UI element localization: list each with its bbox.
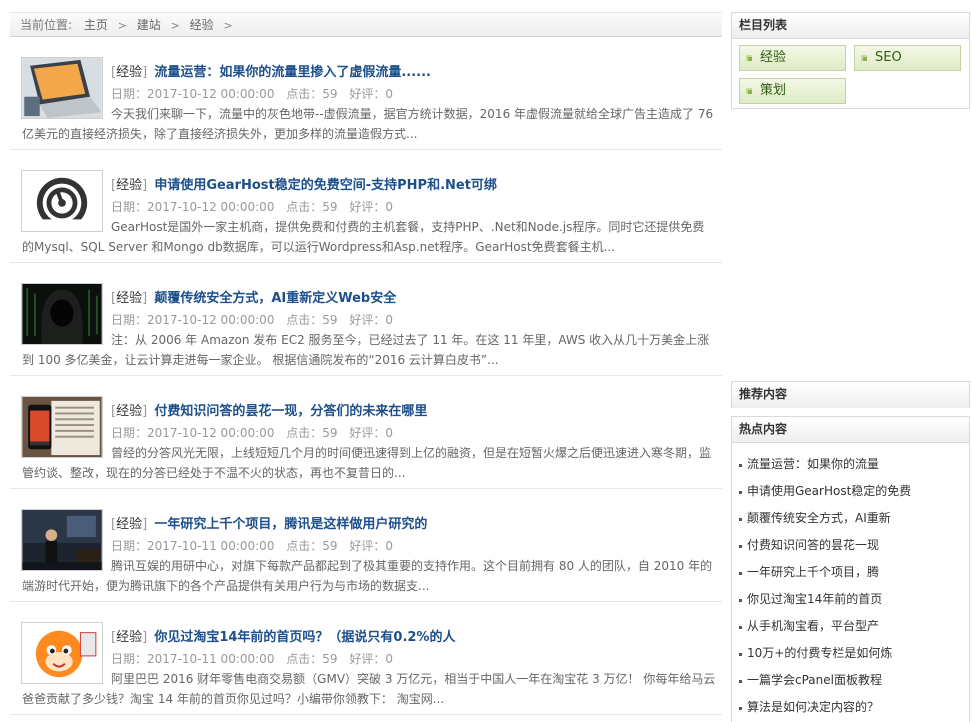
post-comments: 好评：0 [349,539,394,553]
post-clicks: 点击：59 [286,313,338,327]
post-title-link[interactable]: 颠覆传统安全方式，AI重新定义Web安全 [154,291,396,306]
post-excerpt: 注：从 2006 年 Amazon 发布 EC2 服务至今，已经过去了 11 年… [22,333,710,367]
post-category-link[interactable]: [经验] [111,65,147,80]
bullet-icon [739,707,742,710]
hot-item-link[interactable]: 10万+的付费专栏是如何炼 [732,640,969,667]
bullet-icon [861,55,867,61]
post-category-link[interactable]: [经验] [111,291,147,306]
post-category-link[interactable]: [经验] [111,630,147,645]
main-column: 当前位置: 主页 > 建站 > 经验 > [经验] 流量运营：如果你的流量里掺入… [10,12,722,722]
category-list-box: 栏目列表 经验 SEO 策划 [731,12,970,109]
breadcrumb: 当前位置: 主页 > 建站 > 经验 > [10,12,722,37]
post-title-link[interactable]: 你见过淘宝14年前的首页吗？（据说只有0.2%的人 [154,630,455,645]
post-item: [经验] 付费知识问答的昙花一现，分答们的未来在哪里 日期：2017-10-12… [10,376,722,489]
post-excerpt: 腾讯互娱的用研中心，对旗下每款产品都起到了极其重要的支持作用。这个目前拥有 80… [22,559,713,593]
bullet-icon [739,653,742,656]
bullet-icon [739,572,742,575]
bullet-icon [746,55,752,61]
category-list-title: 栏目列表 [732,13,969,39]
bullet-icon [739,545,742,548]
hot-item-link[interactable]: 一篇学会cPanel面板教程 [732,667,969,694]
post-excerpt: 阿里巴巴 2016 财年零售电商交易额（GMV）突破 3 万亿元，相当于中国人一… [22,672,716,706]
laptop-icon[interactable] [21,57,103,119]
hot-item-link[interactable]: 一年研究上千个项目，腾 [732,559,969,586]
breadcrumb-separator: > [223,19,233,32]
hot-item-link[interactable]: 付费知识问答的昙花一现 [732,532,969,559]
post-comments: 好评：0 [349,87,394,101]
hooded-hacker-icon[interactable] [21,283,103,345]
post-meta: 日期：2017-10-12 00:00:00 点击：59 好评：0 [111,198,401,215]
post-clicks: 点击：59 [286,87,338,101]
post-date: 日期：2017-10-12 00:00:00 [111,313,275,327]
post-comments: 好评：0 [349,200,394,214]
bullet-icon [746,88,752,94]
post-item: [经验] 一年研究上千个项目，腾讯是这样做用户研究的 日期：2017-10-11… [10,489,722,602]
post-category-link[interactable]: [经验] [111,404,147,419]
hot-item-link[interactable]: 从手机淘宝看，平台型产 [732,613,969,640]
post-item: [经验] 申请使用GearHost稳定的免费空间-支持PHP和.Net可绑 日期… [10,150,722,263]
hot-item-link[interactable]: 流量运营：如果你的流量 [732,451,969,478]
taobao-mascot-icon[interactable] [21,622,103,684]
post-date: 日期：2017-10-11 00:00:00 [111,539,275,553]
bullet-icon [739,464,742,467]
post-category-link[interactable]: [经验] [111,517,147,532]
post-clicks: 点击：59 [286,539,338,553]
bullet-icon [739,599,742,602]
category-button-planning[interactable]: 策划 [739,78,846,104]
post-title-link[interactable]: 一年研究上千个项目，腾讯是这样做用户研究的 [154,517,427,532]
post-clicks: 点击：59 [286,200,338,214]
breadcrumb-label: 当前位置: [20,18,73,32]
post-excerpt: 曾经的分答风光无限，上线短短几个月的时间便迅速得到上亿的融资，但是在短暂火爆之后… [22,446,712,480]
post-comments: 好评：0 [349,313,394,327]
recommended-title: 推荐内容 [732,382,969,408]
post-item: [经验] 你见过淘宝14年前的首页吗？（据说只有0.2%的人 日期：2017-1… [10,602,722,715]
hot-item-link[interactable]: 你见过淘宝14年前的首页 [732,586,969,613]
category-button-experience[interactable]: 经验 [739,45,846,71]
hot-item-link[interactable]: 颠覆传统安全方式，AI重新 [732,505,969,532]
breadcrumb-separator: > [117,19,127,32]
bullet-icon [739,626,742,629]
hot-content-box: 热点内容 流量运营：如果你的流量 申请使用GearHost稳定的免费 颠覆传统安… [731,416,970,722]
hot-item-link[interactable]: 申请使用GearHost稳定的免费 [732,478,969,505]
post-date: 日期：2017-10-12 00:00:00 [111,200,275,214]
post-meta: 日期：2017-10-12 00:00:00 点击：59 好评：0 [111,424,401,441]
breadcrumb-link-home[interactable]: 主页 [84,18,108,32]
breadcrumb-link-build[interactable]: 建站 [137,18,161,32]
post-title-link[interactable]: 付费知识问答的昙花一现，分答们的未来在哪里 [154,404,427,419]
recommended-box: 推荐内容 [731,381,970,408]
post-excerpt: GearHost是国外一家主机商，提供免费和付费的主机套餐，支持PHP、.Net… [22,220,705,254]
post-meta: 日期：2017-10-11 00:00:00 点击：59 好评：0 [111,537,401,554]
phone-magazine-icon[interactable] [21,396,103,458]
post-date: 日期：2017-10-12 00:00:00 [111,426,275,440]
category-button-seo[interactable]: SEO [854,45,961,71]
post-date: 日期：2017-10-11 00:00:00 [111,652,275,666]
breadcrumb-link-experience[interactable]: 经验 [190,18,214,32]
post-category-link[interactable]: [经验] [111,178,147,193]
bullet-icon [739,518,742,521]
hot-content-list: 流量运营：如果你的流量 申请使用GearHost稳定的免费 颠覆传统安全方式，A… [732,443,969,721]
post-comments: 好评：0 [349,426,394,440]
post-meta: 日期：2017-10-12 00:00:00 点击：59 好评：0 [111,311,401,328]
breadcrumb-separator: > [170,19,180,32]
hot-content-title: 热点内容 [732,417,969,443]
post-comments: 好评：0 [349,652,394,666]
post-clicks: 点击：59 [286,426,338,440]
sidebar: 栏目列表 经验 SEO 策划 推荐内容 热点内容 流量运营：如果你的流量 申请使… [731,12,970,722]
post-title-link[interactable]: 流量运营：如果你的流量里掺入了虚假流量...... [154,65,431,80]
bullet-icon [739,491,742,494]
hot-item-link[interactable]: 算法是如何决定内容的？ [732,694,969,721]
post-meta: 日期：2017-10-11 00:00:00 点击：59 好评：0 [111,650,401,667]
post-item: [经验] 流量运营：如果你的流量里掺入了虚假流量...... 日期：2017-1… [10,37,722,150]
post-clicks: 点击：59 [286,652,338,666]
stage-speaker-icon[interactable] [21,509,103,571]
post-date: 日期：2017-10-12 00:00:00 [111,87,275,101]
speedometer-icon[interactable] [21,170,103,232]
post-meta: 日期：2017-10-12 00:00:00 点击：59 好评：0 [111,85,401,102]
bullet-icon [739,680,742,683]
post-item: [经验] 颠覆传统安全方式，AI重新定义Web安全 日期：2017-10-12 … [10,263,722,376]
post-excerpt: 今天我们来聊一下，流量中的灰色地带--虚假流量，据官方统计数据，2016 年虚假… [22,107,714,141]
post-title-link[interactable]: 申请使用GearHost稳定的免费空间-支持PHP和.Net可绑 [154,178,497,193]
